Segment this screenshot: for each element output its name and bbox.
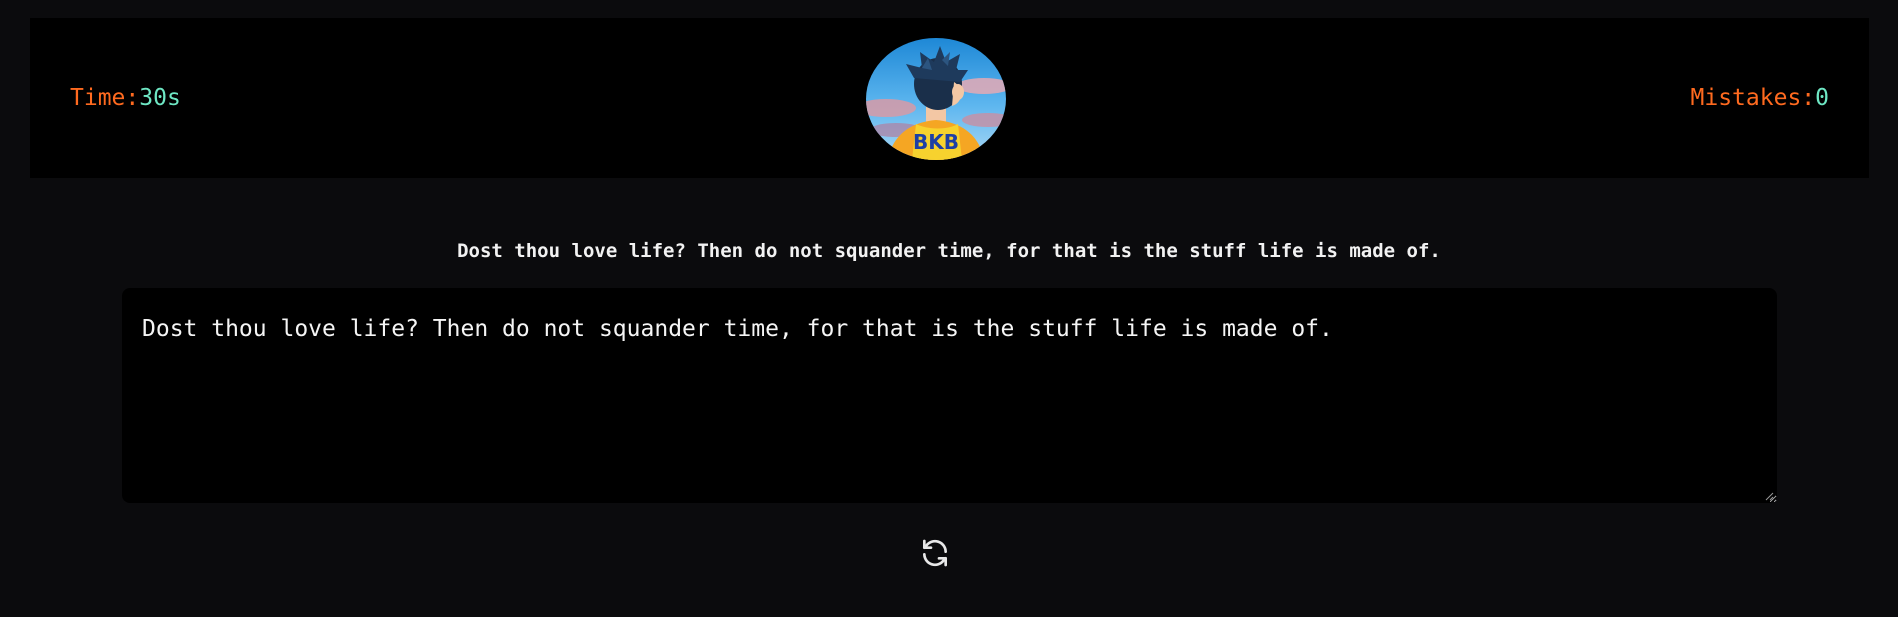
time-value: 30s xyxy=(139,85,181,111)
typing-input[interactable] xyxy=(122,288,1777,503)
anime-boy-avatar-icon: BKB xyxy=(866,38,1006,160)
restart-button[interactable] xyxy=(916,534,954,572)
time-label: Time: xyxy=(70,85,140,111)
header-bar: Time: 30s BKB Mistakes: 0 xyxy=(30,18,1869,178)
typing-test-page: Time: 30s BKB Mistakes: 0 Dost thou love… xyxy=(0,0,1898,617)
mistakes-counter: Mistakes: 0 xyxy=(1691,18,1829,178)
refresh-icon xyxy=(923,539,947,567)
mistakes-value: 0 xyxy=(1815,85,1829,111)
avatar-shirt-text: BKB xyxy=(913,130,959,154)
timer: Time: 30s xyxy=(70,18,181,178)
avatar: BKB xyxy=(866,38,1006,160)
mistakes-label: Mistakes: xyxy=(1690,85,1816,111)
target-quote: Dost thou love life? Then do not squande… xyxy=(457,240,1441,262)
resize-handle-icon[interactable] xyxy=(1765,492,1774,501)
